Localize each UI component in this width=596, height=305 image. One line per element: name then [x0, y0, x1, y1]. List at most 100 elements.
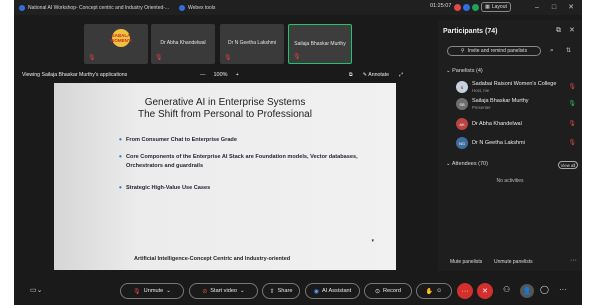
fullscreen-icon[interactable]: ⤢: [399, 72, 403, 79]
muted-mic-icon[interactable]: 🎙: [568, 120, 576, 127]
slide-bullet: From Consumer Chat to Enterprise Grade: [119, 135, 386, 145]
panelist-row[interactable]: AK Dr Abha Khandelwal 🎙: [444, 118, 576, 132]
muted-mic-icon: 🎙: [293, 54, 301, 60]
chevron-down-icon: ⌄: [446, 68, 451, 74]
video-tile-host[interactable]: SABALA WOMEN'S 🎙: [84, 24, 148, 64]
zoom-controls: — 100% +: [200, 72, 239, 78]
panelist-role: Presenter: [472, 105, 491, 110]
security-shield-icon[interactable]: [472, 4, 479, 11]
video-tile-geetha[interactable]: Dr N Geetha Lakshmi 🎙: [220, 24, 284, 64]
panelists-section[interactable]: ⌄ Panelists (4): [446, 68, 483, 74]
tile-name: Dr Abha Khandelwal: [160, 40, 206, 46]
muted-mic-icon: 🎙: [155, 55, 163, 61]
slide-pager-icon: ▾: [371, 238, 374, 244]
info-icon[interactable]: [463, 4, 470, 11]
panelist-role: Host, me: [472, 88, 490, 93]
tile-name: Dr N Geetha Lakshmi: [227, 40, 277, 46]
tile-name: Sailaja Bhaskar Murthy: [294, 41, 346, 47]
layout-label: Layout: [491, 4, 507, 10]
slide-title: Generative AI in Enterprise Systems: [144, 97, 306, 108]
share-button[interactable]: ⇧ Share: [262, 283, 300, 299]
captions-icon[interactable]: ▭⌄: [30, 286, 42, 294]
view-all-button[interactable]: View all: [558, 161, 578, 169]
panelist-row[interactable]: SB Sailaja Bhaskar Murthy Presenter 🎙: [444, 98, 576, 112]
reactions-button[interactable]: ✋ ☺: [416, 283, 452, 299]
unmute-button[interactable]: 🎙 Unmute ⌄: [120, 283, 184, 299]
panel-title: Participants (74): [443, 28, 498, 35]
sort-icon[interactable]: ⇅: [566, 47, 571, 54]
invite-panelists-button[interactable]: ⚲ Invite and remind panelists: [447, 46, 541, 56]
participants-icon[interactable]: 👤: [520, 284, 534, 298]
video-tile-presenter[interactable]: Sailaja Bhaskar Murthy 🎙: [288, 24, 352, 64]
search-icon[interactable]: ⌕: [550, 47, 554, 55]
annotate-label: Annotate: [368, 72, 390, 78]
title-bar: National AI Workshop- Concept centric an…: [14, 0, 582, 15]
raise-hand-icon: ✋: [425, 288, 434, 295]
more-options-icon[interactable]: ···: [570, 257, 577, 264]
participants-panel: Participants (74) ⧉ ✕ ⚲ Invite and remin…: [438, 20, 582, 271]
chevron-down-icon: ⌄: [240, 288, 245, 294]
ai-assistant-label: AI Assistant: [322, 288, 352, 294]
attendees-header: Attendees (70): [451, 161, 488, 167]
avatar: AK: [456, 118, 468, 130]
panelist-name: Dr N Geetha Lakshmi: [472, 140, 525, 146]
annotate-controls: ⧉ ✎ Annotate ⤢: [349, 72, 403, 79]
ai-assistant-button[interactable]: ◉ AI Assistant: [305, 283, 360, 299]
chevron-down-icon: ⌄: [446, 161, 451, 167]
panelist-row[interactable]: S Sadabai Raisoni Women's College Host, …: [444, 81, 576, 95]
recording-status-icon: [454, 4, 461, 11]
layout-button[interactable]: ▦ Layout: [481, 2, 511, 12]
panelist-name: Sailaja Bhaskar Murthy: [472, 98, 529, 104]
minimize-button[interactable]: –: [530, 2, 544, 12]
apps-icon[interactable]: ⚇: [503, 285, 510, 294]
invite-icon: ⚲: [460, 48, 465, 54]
panel-close-icon[interactable]: ✕: [569, 26, 575, 34]
muted-mic-icon: 🎙: [224, 55, 232, 61]
attendees-section[interactable]: ⌄ Attendees (70): [446, 161, 488, 167]
start-video-button[interactable]: ⊘ Start video ⌄: [189, 283, 258, 299]
layout-grid-icon: ▦: [485, 4, 490, 10]
unmute-panelists-button[interactable]: Unmute panelists: [494, 259, 533, 265]
panelist-name: Sadabai Raisoni Women's College: [472, 81, 557, 87]
avatar: NG: [456, 137, 468, 149]
zoom-in-button[interactable]: +: [236, 72, 239, 78]
panelists-header: Panelists (4): [452, 68, 483, 74]
panelist-row[interactable]: NG Dr N Geetha Lakshmi 🎙: [444, 137, 576, 151]
screenshot-icon[interactable]: ⧉: [349, 72, 353, 79]
zoom-level: 100%: [213, 72, 228, 78]
more-options-button[interactable]: ···: [457, 283, 473, 299]
slide-subtitle: The Shift from Personal to Professional: [138, 109, 312, 120]
slide-bullet: Strategic High-Value Use Cases: [119, 183, 386, 193]
record-label: Record: [382, 288, 402, 294]
annotate-button[interactable]: ✎ Annotate: [363, 72, 389, 79]
maximize-button[interactable]: □: [547, 2, 561, 12]
unmute-label: Unmute: [143, 288, 164, 294]
share-label: Share: [277, 288, 293, 294]
webex-tools-label: Webex tools: [188, 5, 216, 11]
meeting-tab[interactable]: National AI Workshop- Concept centric an…: [19, 3, 169, 13]
meeting-timer: 01:25:07: [430, 3, 452, 9]
muted-mic-icon[interactable]: 🎙: [568, 139, 576, 146]
webex-tools-tab[interactable]: Webex tools: [179, 3, 215, 13]
active-mic-icon[interactable]: 🎙: [568, 100, 576, 107]
more-icon[interactable]: ···: [559, 285, 567, 294]
record-button[interactable]: ⊙ Record: [364, 283, 412, 299]
avatar: SB: [456, 98, 468, 110]
college-logo: SABALA WOMEN'S: [110, 29, 132, 47]
leave-meeting-button[interactable]: ✕: [477, 283, 493, 299]
zoom-out-button[interactable]: —: [200, 72, 206, 78]
muted-mic-icon[interactable]: 🎙: [568, 83, 576, 90]
emoji-icon: ☺: [436, 288, 443, 294]
video-off-icon: ⊘: [202, 288, 208, 295]
chat-icon[interactable]: ◯: [540, 285, 549, 294]
no-activities-text: No activities: [496, 178, 524, 184]
mute-panelists-button[interactable]: Mute panelists: [450, 259, 482, 265]
slide-footer: Artificial Intelligence-Concept Centric …: [134, 256, 291, 262]
video-tile-abha[interactable]: Dr Abha Khandelwal 🎙: [151, 24, 215, 64]
muted-mic-icon: 🎙: [88, 55, 96, 61]
close-button[interactable]: ✕: [564, 2, 578, 12]
avatar: S: [456, 81, 468, 93]
popout-icon[interactable]: ⧉: [556, 27, 561, 35]
meeting-tab-label: National AI Workshop- Concept centric an…: [28, 5, 170, 11]
panelist-name: Dr Abha Khandelwal: [472, 121, 522, 127]
